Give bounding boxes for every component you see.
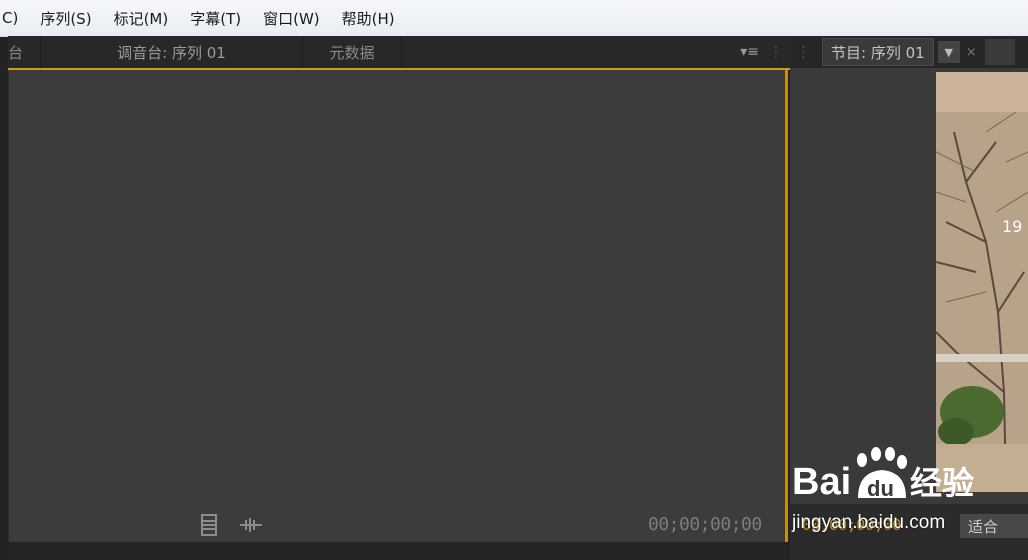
menu-lines-icon[interactable]: ▾≡ bbox=[740, 44, 759, 60]
menu-item-sequence[interactable]: 序列(S) bbox=[29, 8, 102, 29]
tab-program-label: 节目: 序列 01 bbox=[831, 43, 925, 62]
tab-metadata[interactable]: 元数据 bbox=[303, 36, 402, 68]
video-preview-image: 19 bbox=[936, 72, 1028, 492]
menu-bar: C) 序列(S) 标记(M) 字幕(T) 窗口(W) 帮助(H) bbox=[0, 0, 1028, 37]
program-timecode[interactable]: 00;00;00;00 bbox=[802, 516, 901, 534]
menu-item-marker[interactable]: 标记(M) bbox=[103, 8, 180, 29]
source-panel-tabs: 台 调音台: 序列 01 元数据 ▾≡ ⋮ bbox=[8, 36, 790, 70]
program-monitor-area: 19 bbox=[790, 68, 1028, 528]
zoom-fit-label: 适合 bbox=[968, 517, 999, 536]
zoom-fit-select[interactable]: 适合 bbox=[960, 514, 1028, 538]
tab-audio-mixer-label: 调音台: 序列 01 bbox=[117, 43, 226, 62]
preview-overlay-text: 19 bbox=[1002, 217, 1022, 236]
panel-bottom-strip bbox=[8, 542, 787, 560]
menu-item-title[interactable]: 字幕(T) bbox=[179, 8, 252, 29]
next-tab-stub[interactable] bbox=[984, 39, 1015, 65]
close-icon[interactable]: × bbox=[966, 45, 977, 60]
menu-item-window[interactable]: 窗口(W) bbox=[252, 8, 331, 29]
program-monitor-panel: ⋮ 节目: 序列 01 ▼ × 19 00;00;00;00 适合 bbox=[790, 36, 1028, 560]
tab-audio-mixer[interactable]: 调音台: 序列 01 bbox=[41, 36, 303, 68]
grip-icon[interactable]: ⋮ bbox=[769, 44, 783, 60]
grip-icon[interactable]: ⋮ bbox=[796, 43, 811, 61]
panel-menu: ▾≡ ⋮ bbox=[740, 36, 790, 68]
program-panel-tabs: ⋮ 节目: 序列 01 ▼ × bbox=[790, 36, 1028, 68]
program-controls-row: 00;00;00;00 适合 bbox=[790, 504, 1028, 560]
film-strip-icon[interactable] bbox=[200, 514, 218, 541]
tab-program[interactable]: 节目: 序列 01 bbox=[822, 38, 934, 66]
menu-item-edit[interactable]: C) bbox=[0, 9, 29, 27]
chevron-down-icon[interactable]: ▼ bbox=[937, 41, 960, 63]
audio-waveform-icon[interactable] bbox=[238, 516, 264, 539]
tab-partial[interactable]: 台 bbox=[8, 36, 41, 68]
tab-metadata-label: 元数据 bbox=[329, 43, 375, 62]
tab-partial-label: 台 bbox=[8, 43, 24, 62]
source-timecode[interactable]: 00;00;00;00 bbox=[648, 514, 762, 535]
menu-item-help[interactable]: 帮助(H) bbox=[331, 8, 406, 29]
audio-mixer-panel bbox=[8, 70, 788, 542]
